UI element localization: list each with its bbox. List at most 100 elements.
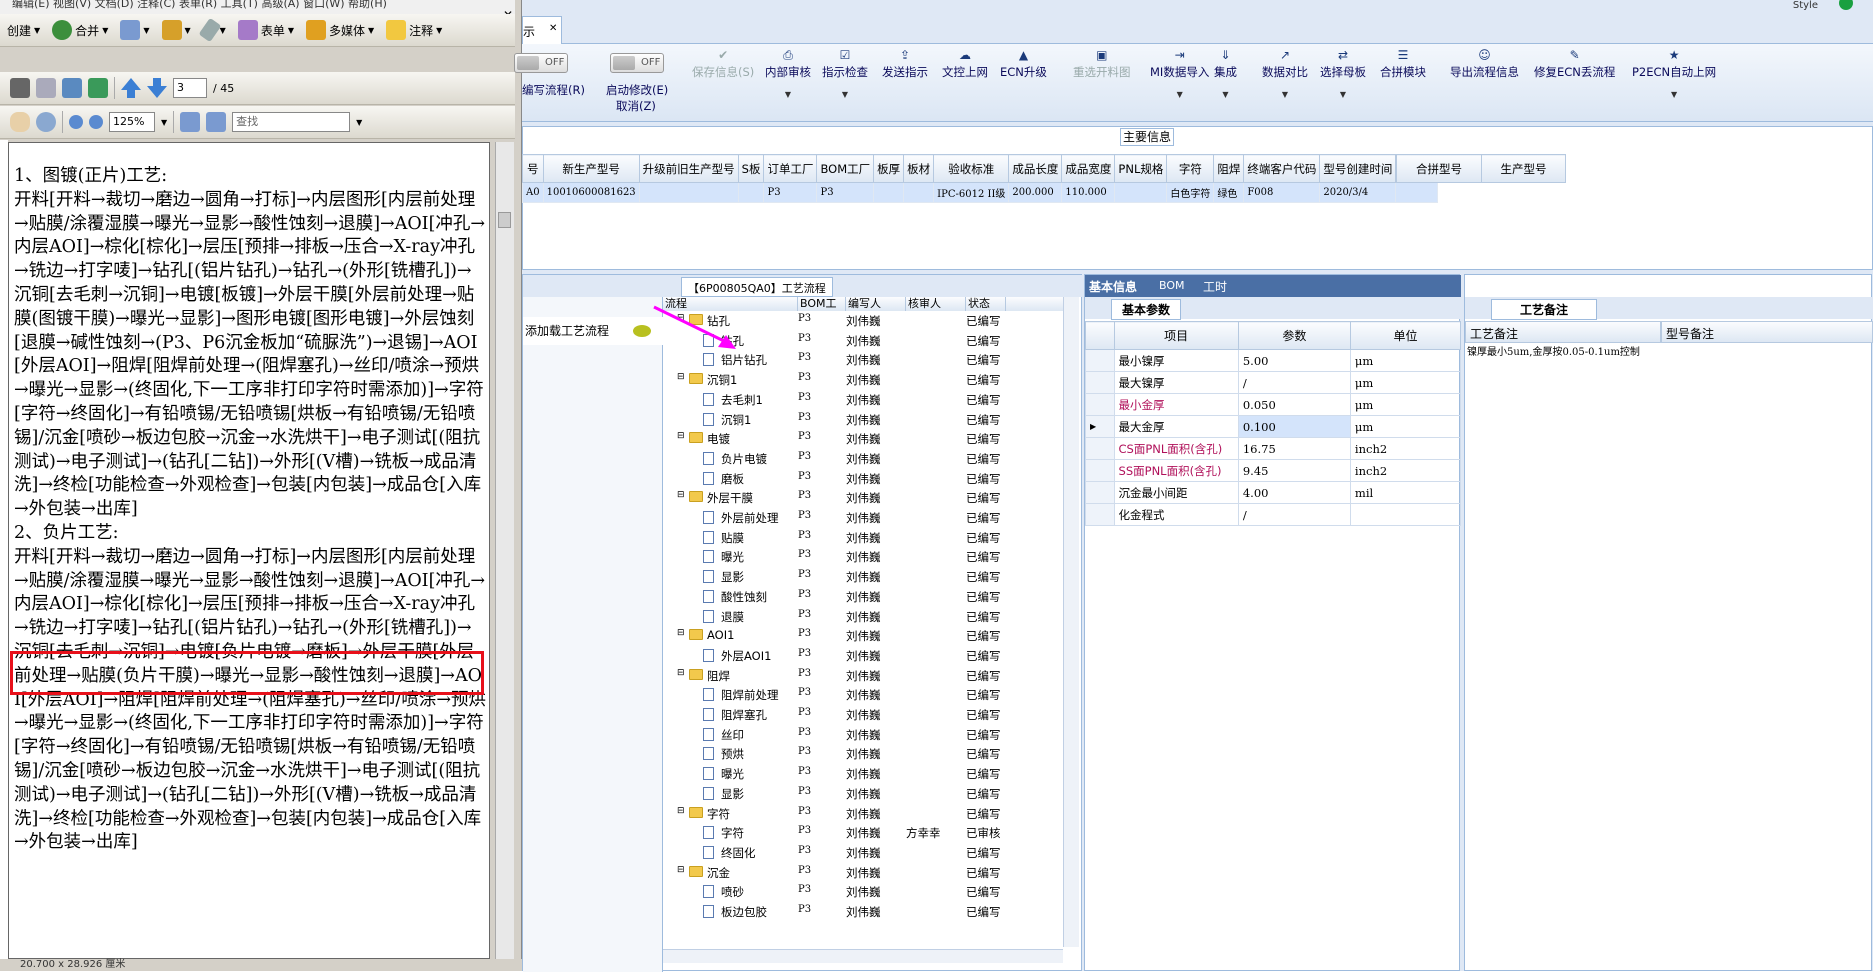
ribbon-button[interactable]: ☑ 指示检查 ▼ [822, 48, 868, 99]
param-value[interactable]: / [1237, 503, 1351, 526]
tree-row[interactable]: 预烘 P3 刘伟巍 已编写 [663, 744, 1003, 764]
tree-row[interactable]: ⊟ 沉铜1 P3 刘伟巍 已编写 [663, 370, 1003, 390]
column-header[interactable]: 成品宽度 [1061, 154, 1116, 183]
pdf-document-page[interactable]: 1、图镀(正片)工艺: 开料[开料→裁切→磨边→圆角→打标]→内层图形[内层前处… [8, 142, 490, 959]
param-value[interactable]: 9.45 [1237, 459, 1351, 482]
column-header[interactable]: 字符 [1166, 154, 1215, 183]
dropdown-arrow-icon[interactable]: ▼ [1320, 90, 1366, 99]
param-item[interactable]: SS面PNL面积(含孔) [1113, 459, 1239, 482]
tab-close-icon[interactable]: ✕ [549, 23, 557, 34]
param-value[interactable]: 4.00 [1237, 481, 1351, 504]
param-row[interactable]: ▶ 最大金厚 0.100 μm [1085, 415, 1462, 438]
table-cell[interactable]: 200.000 [1008, 182, 1063, 203]
column-header[interactable]: BOM工厂 [816, 154, 875, 183]
param-unit[interactable]: μm [1349, 415, 1462, 438]
table-cell[interactable] [903, 182, 935, 203]
next-page-icon[interactable] [147, 78, 167, 98]
param-unit[interactable]: inch2 [1349, 437, 1462, 460]
collapse-icon[interactable]: ⊟ [677, 372, 685, 382]
tree-row[interactable]: 磨板 P3 刘伟巍 已编写 [663, 469, 1003, 489]
table-cell[interactable]: 绿色 [1213, 182, 1245, 203]
tree-row[interactable]: 去毛刺1 P3 刘伟巍 已编写 [663, 390, 1003, 410]
param-column-header[interactable]: 参数 [1237, 321, 1351, 350]
column-header[interactable]: S板 [737, 154, 765, 183]
fit-width-icon[interactable] [206, 112, 227, 132]
param-unit[interactable]: inch2 [1349, 459, 1462, 482]
ribbon-button[interactable]: ↗ 数据对比 ▼ [1262, 48, 1308, 99]
ribbon-button[interactable]: ⇓ 集成 ▼ [1214, 48, 1237, 99]
tree-row[interactable]: 显影 P3 刘伟巍 已编写 [663, 567, 1003, 587]
dropdown-arrow-icon[interactable]: ▼ [1262, 90, 1308, 99]
tree-row[interactable]: 曝光 P3 刘伟巍 已编写 [663, 764, 1003, 784]
tree-column-header[interactable]: BOM工厂 [798, 297, 846, 311]
column-header[interactable]: 新生产型号 [542, 154, 640, 183]
column-header[interactable]: 验收标准 [933, 154, 1010, 183]
create-button[interactable]: 创建 ▼ [4, 22, 43, 39]
scroll-thumb[interactable] [498, 212, 511, 228]
column-header[interactable]: 终端客户代码 [1243, 154, 1321, 183]
param-row[interactable]: CS面PNL面积(含孔) 16.75 inch2 [1085, 437, 1462, 460]
find-input[interactable]: 查找 [232, 112, 351, 132]
param-column-header[interactable]: 项目 [1113, 321, 1239, 350]
tab-hours[interactable]: 工时 [1203, 278, 1227, 295]
ribbon-button[interactable]: ⎙ 内部审核 ▼ [765, 48, 811, 99]
tree-scrollbar[interactable] [1063, 297, 1079, 947]
merge-button[interactable]: 合并 ▼ [49, 20, 111, 40]
flow-tab[interactable]: 【6P00805QA0】工艺流程 [681, 277, 833, 297]
load-flow-button[interactable]: 添加载工艺流程 [523, 317, 663, 345]
tree-row[interactable]: 终固化 P3 刘伟巍 已编写 [663, 843, 1003, 863]
tree-row[interactable]: 曝光 P3 刘伟巍 已编写 [663, 547, 1003, 567]
web-icon[interactable] [88, 78, 108, 98]
tree-row[interactable]: 丝印 P3 刘伟巍 已编写 [663, 725, 1003, 745]
tab-bom[interactable]: BOM [1159, 279, 1185, 292]
tree-row[interactable]: 板边包胶 P3 刘伟巍 已编写 [663, 902, 1003, 921]
table-cell[interactable] [1114, 182, 1168, 203]
style-menu[interactable]: Style [1793, 0, 1818, 11]
param-item[interactable]: 化金程式 [1113, 503, 1239, 526]
column-header[interactable]: PNL规格 [1114, 154, 1168, 183]
tree-row[interactable]: 字符 P3 刘伟巍 方幸幸 已审核 [663, 823, 1003, 843]
table-cell[interactable]: 白色字符 [1166, 182, 1215, 203]
param-row[interactable]: 最大镍厚 / μm [1085, 371, 1462, 394]
table-cell[interactable]: IPC-6012 II级 [933, 182, 1010, 203]
tree-row[interactable]: ⊟ 电镀 P3 刘伟巍 已编写 [663, 429, 1003, 449]
ribbon-button[interactable]: ✎ 修复ECN丢流程 [1534, 48, 1615, 80]
param-unit[interactable]: μm [1349, 349, 1462, 372]
param-row[interactable]: 最小金厚 0.050 μm [1085, 393, 1462, 416]
tree-column-header[interactable]: 状态 [966, 297, 1006, 311]
merge-model-grid[interactable]: 合拼型号 生产型号 [1396, 154, 1566, 183]
pdf-scrollbar[interactable] [495, 142, 514, 959]
prev-page-icon[interactable] [121, 78, 141, 98]
dropdown-arrow-icon[interactable]: ▼ [1150, 90, 1209, 99]
zoom-out-icon[interactable] [69, 115, 83, 129]
tree-row[interactable]: ⊟ 阻焊 P3 刘伟巍 已编写 [663, 666, 1003, 686]
ribbon-button[interactable]: ★ P2ECN自动上网 ▼ [1632, 48, 1716, 99]
table-row[interactable]: A0 10010600081623 P3 P3 IPC-6012 II级 200.000 1… [522, 182, 1438, 203]
collapse-icon[interactable]: ⊟ [677, 668, 685, 678]
dropdown-arrow-icon[interactable]: ▼ [822, 90, 868, 99]
dropdown-arrow-icon[interactable]: ▼ [1632, 90, 1716, 99]
save-info-button[interactable]: ✔ 保存信息(S) [692, 48, 754, 80]
tree-row[interactable]: 阻焊前处理 P3 刘伟巍 已编写 [663, 685, 1003, 705]
collapse-icon[interactable]: ⊟ [677, 628, 685, 638]
tree-row[interactable]: 退膜 P3 刘伟巍 已编写 [663, 607, 1003, 627]
dropdown-arrow-icon[interactable]: ▼ [765, 90, 811, 99]
table-cell[interactable] [873, 182, 905, 203]
tree-row[interactable]: ⊟ AOI1 P3 刘伟巍 已编写 [663, 626, 1003, 646]
column-header[interactable]: 号 [522, 154, 544, 183]
tree-row[interactable]: ⊟ 字符 P3 刘伟巍 已编写 [663, 804, 1003, 824]
collapse-icon[interactable]: ⊟ [677, 806, 685, 816]
tree-row[interactable]: 负片电镀 P3 刘伟巍 已编写 [663, 449, 1003, 469]
column-header[interactable]: 板厚 [873, 154, 905, 183]
ribbon-button[interactable]: ▣ 重选开料图 [1073, 48, 1131, 80]
table-cell[interactable]: 2020/3/4 [1319, 182, 1397, 203]
param-unit[interactable]: mil [1349, 481, 1462, 504]
param-item[interactable]: 最小金厚 [1113, 393, 1239, 416]
document-tab[interactable]: 示 ✕ [522, 16, 562, 44]
ribbon-button[interactable]: ☁ 文控上网 [942, 48, 988, 80]
email-icon[interactable] [62, 78, 82, 98]
tree-row[interactable]: 贴膜 P3 刘伟巍 已编写 [663, 528, 1003, 548]
table-cell[interactable]: P3 [763, 182, 818, 203]
param-row[interactable]: 化金程式 / [1085, 503, 1462, 526]
param-value[interactable]: / [1237, 371, 1351, 394]
